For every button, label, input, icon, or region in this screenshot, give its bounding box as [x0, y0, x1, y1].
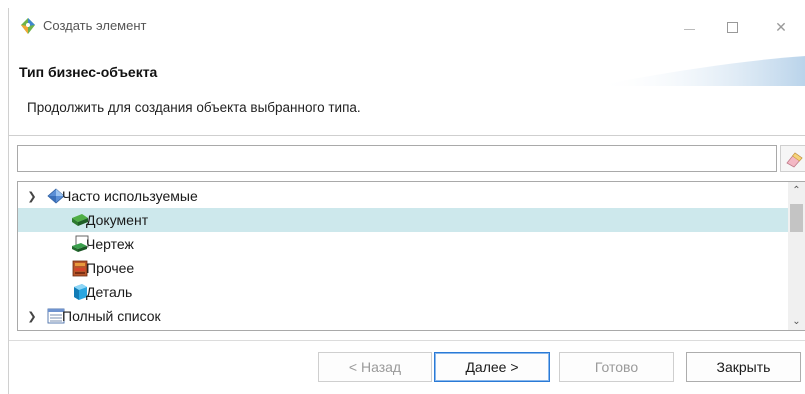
tree-node-label: Деталь [86, 284, 133, 300]
scroll-thumb[interactable] [790, 204, 803, 232]
tree-node-frequently-used[interactable]: ❯ Часто используемые [18, 184, 788, 208]
window-title: Создать элемент [43, 18, 147, 33]
finish-button[interactable]: Готово [559, 352, 674, 382]
app-icon [19, 17, 37, 35]
type-tree[interactable]: ❯ Часто используемые Документ Чертеж Про… [17, 181, 805, 331]
close-window-button[interactable]: ✕ [761, 14, 801, 40]
back-button[interactable]: < Назад [318, 352, 432, 382]
eraser-icon [785, 151, 803, 168]
tree-node-label: Часто используемые [62, 188, 198, 204]
tree-node-document[interactable]: Документ [18, 208, 788, 232]
tree-node-part[interactable]: Деталь [18, 280, 788, 304]
scroll-down-icon[interactable]: ⌄ [788, 313, 805, 330]
page-description: Продолжить для создания объекта выбранно… [27, 100, 361, 115]
tree-node-other[interactable]: Прочее [18, 256, 788, 280]
wizard-header: Тип бизнес-объекта Продолжить для создан… [9, 46, 805, 136]
minimize-button[interactable] [669, 14, 709, 40]
banner-decoration [596, 56, 805, 86]
footer-divider [9, 340, 805, 341]
scroll-up-icon[interactable]: ⌃ [788, 182, 805, 199]
close-button[interactable]: Закрыть [686, 352, 801, 382]
page-title: Тип бизнес-объекта [19, 64, 158, 80]
expand-chevron-icon[interactable]: ❯ [26, 310, 38, 323]
filter-row [17, 145, 805, 173]
header-divider [9, 135, 805, 136]
tree-node-label: Чертеж [86, 236, 134, 252]
title-bar: Создать элемент ✕ [9, 8, 805, 46]
tree-node-label: Полный список [62, 308, 161, 324]
tree-node-drawing[interactable]: Чертеж [18, 232, 788, 256]
next-button[interactable]: Далее > [434, 352, 550, 382]
maximize-icon [726, 21, 738, 33]
create-item-dialog: Создать элемент ✕ Тип бизнес-объекта Про… [8, 8, 805, 394]
tree-node-label: Прочее [86, 260, 135, 276]
clear-filter-button[interactable] [780, 145, 805, 172]
maximize-button[interactable] [712, 14, 752, 40]
tree-node-full-list[interactable]: ❯ Полный список [18, 304, 788, 328]
filter-input[interactable] [17, 145, 777, 172]
minimize-icon [683, 28, 695, 30]
close-icon: ✕ [775, 18, 787, 35]
tree-node-label: Документ [86, 212, 149, 228]
expand-chevron-icon[interactable]: ❯ [26, 190, 38, 203]
tree-scrollbar[interactable]: ⌃ ⌄ [788, 182, 805, 330]
